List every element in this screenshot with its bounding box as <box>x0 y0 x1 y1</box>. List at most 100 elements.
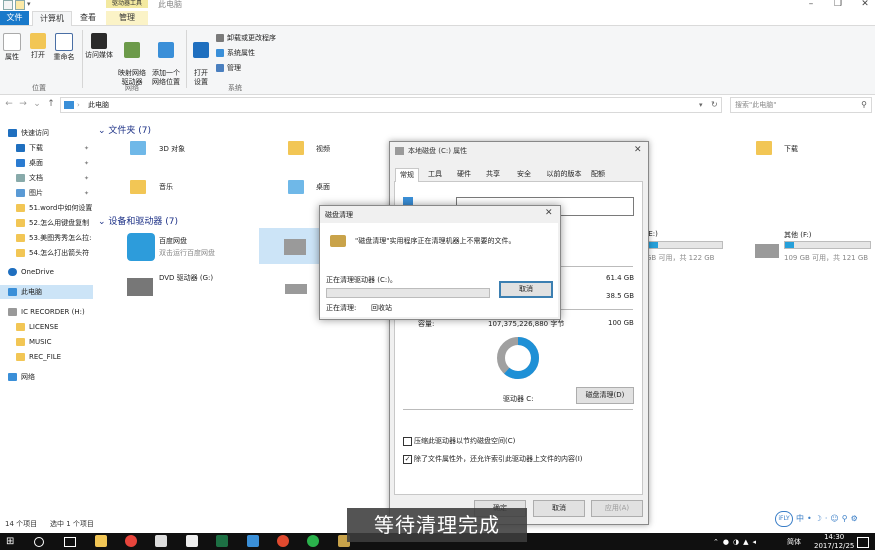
uninstall-button[interactable]: 卸载或更改程序 <box>216 33 276 43</box>
status-item-count: 14 个项目 <box>5 520 38 528</box>
cleanup-close-icon[interactable]: ✕ <box>545 208 553 218</box>
folder-music[interactable] <box>130 180 146 194</box>
tab-view[interactable]: 查看 <box>72 11 104 25</box>
sidebar-item-this-pc[interactable]: 此电脑 <box>8 285 42 299</box>
back-arrow-icon[interactable]: ← <box>4 99 14 109</box>
sidebar-item-folder-53[interactable]: 53.美图秀秀怎么拉: <box>16 231 92 245</box>
recent-dropdown-icon[interactable]: ⌄ <box>32 99 42 109</box>
open-settings-button[interactable]: 打开 设置 <box>189 33 213 87</box>
maximize-button[interactable]: ❐ <box>832 0 844 9</box>
file-explorer-taskbar-icon[interactable] <box>95 535 107 547</box>
tab-hardware[interactable]: 硬件 <box>453 168 475 181</box>
folder-3d-objects[interactable] <box>130 141 146 155</box>
sidebar-item-folder-51[interactable]: 51.word中如何设置 <box>16 201 92 215</box>
sidebar-item-rec-file[interactable]: REC_FILE <box>16 350 61 364</box>
drive-f-icon[interactable] <box>755 244 779 258</box>
properties-quick-icon[interactable] <box>3 0 13 10</box>
new-folder-quick-icon[interactable] <box>15 0 25 10</box>
app-taskbar-icon[interactable] <box>247 535 259 547</box>
cleanup-cancel-button[interactable]: 取消 <box>499 281 553 298</box>
sidebar-item-ic-recorder[interactable]: IC RECORDER (H:) <box>8 305 85 319</box>
sidebar-item-folder-52[interactable]: 52.怎么用键盘复制 <box>16 216 89 230</box>
start-windows-icon[interactable]: ⊞ <box>6 536 14 547</box>
excel-taskbar-icon[interactable] <box>216 535 228 547</box>
access-media-button[interactable]: 访问媒体 <box>85 33 113 60</box>
cortana-icon[interactable] <box>34 537 44 547</box>
manage-button[interactable]: 管理 <box>216 63 241 73</box>
compress-checkbox[interactable] <box>403 437 412 446</box>
forward-arrow-icon[interactable]: → <box>18 99 28 109</box>
folder-downloads[interactable] <box>756 141 772 155</box>
drive-icon[interactable] <box>285 284 307 294</box>
properties-close-icon[interactable]: ✕ <box>634 145 642 155</box>
task-view-icon[interactable] <box>64 537 76 547</box>
tab-security[interactable]: 安全 <box>511 168 537 181</box>
sidebar-item-network[interactable]: 网络 <box>8 370 35 384</box>
tab-file[interactable]: 文件 <box>0 11 29 25</box>
folders-section-header[interactable]: ⌄ 文件夹 (7) <box>98 123 151 136</box>
chrome-taskbar-icon[interactable] <box>125 535 137 547</box>
address-bar[interactable]: › 此电脑 ▾ ↻ <box>60 97 722 113</box>
address-dropdown-icon[interactable]: ▾ <box>699 98 703 112</box>
notification-icon[interactable] <box>857 537 869 548</box>
refresh-icon[interactable]: ↻ <box>711 98 718 112</box>
add-network-location-button[interactable]: 添加一个 网络位置 <box>150 33 182 87</box>
tab-manage[interactable]: 管理 <box>106 11 148 25</box>
tab-computer[interactable]: 计算机 <box>32 11 72 26</box>
index-checkbox[interactable]: ✓ <box>403 455 412 464</box>
sidebar-item-music[interactable]: MUSIC <box>16 335 52 349</box>
manage-label: 管理 <box>227 64 241 72</box>
folder-name: 下载 <box>784 145 798 153</box>
baidu-netdisk-icon[interactable] <box>127 233 155 261</box>
disk-cleanup-button[interactable]: 磁盘清理(D) <box>576 387 634 404</box>
checkmark-icon <box>216 49 224 57</box>
sidebar-item-onedrive[interactable]: OneDrive <box>8 265 54 279</box>
folder-videos[interactable] <box>288 141 304 155</box>
tab-tools[interactable]: 工具 <box>424 168 446 181</box>
sidebar-item-label: 网络 <box>21 373 35 381</box>
sidebar-item-documents[interactable]: 文档 <box>16 171 43 185</box>
sidebar-item-downloads[interactable]: 下载 <box>16 141 43 155</box>
sidebar-item-label: 54.怎么打出箭头符 <box>29 249 90 257</box>
disk-cleanup-icon <box>330 235 346 247</box>
search-input[interactable]: 搜索"此电脑" ⚲ <box>730 97 872 113</box>
add-network-location-label: 添加一个 网络位置 <box>152 69 180 86</box>
folder-icon <box>16 219 25 227</box>
clock[interactable]: 14:30 2017/12/25 <box>814 533 854 551</box>
tab-quota[interactable]: 配额 <box>587 168 609 181</box>
desktop-icon <box>16 159 25 167</box>
tab-sharing[interactable]: 共享 <box>482 168 504 181</box>
document-icon <box>16 174 25 182</box>
system-tray-icons[interactable]: ⌃●◑▲◂ <box>713 537 760 547</box>
sidebar-item-folder-54[interactable]: 54.怎么打出箭头符 <box>16 246 89 260</box>
up-arrow-icon[interactable]: ↑ <box>46 99 56 109</box>
minimize-button[interactable]: – <box>805 0 817 9</box>
devices-section-header[interactable]: ⌄ 设备和驱动器 (7) <box>98 214 178 227</box>
map-drive-button[interactable]: 映射网络 驱动器 <box>116 33 148 87</box>
ime-toolbar[interactable]: 中•☽·☺⚲⚙ <box>796 513 861 524</box>
sidebar-item-desktop[interactable]: 桌面 <box>16 156 43 170</box>
language-indicator[interactable]: 简体 <box>787 537 801 547</box>
sidebar-item-license[interactable]: LICENSE <box>16 320 58 334</box>
dvd-drive-icon[interactable] <box>127 278 153 296</box>
folder-desktop[interactable] <box>288 180 304 194</box>
wechat-taskbar-icon[interactable] <box>307 535 319 547</box>
quick-access-dropdown-icon[interactable]: ▾ <box>27 0 31 8</box>
app-taskbar-icon[interactable] <box>277 535 289 547</box>
system-properties-button[interactable]: 系统属性 <box>216 48 255 58</box>
cancel-button[interactable]: 取消 <box>533 500 585 517</box>
close-button[interactable]: ✕ <box>859 0 871 9</box>
tab-previous-versions[interactable]: 以前的版本 <box>543 168 585 181</box>
open-button[interactable]: 打开 <box>26 33 50 60</box>
apply-button[interactable]: 应用(A) <box>591 500 643 517</box>
window-title: 此电脑 <box>158 0 182 9</box>
sidebar-item-quick-access[interactable]: 快速访问 <box>8 126 49 140</box>
store-taskbar-icon[interactable] <box>186 535 198 547</box>
folder-icon <box>756 141 772 155</box>
properties-button[interactable]: 属性 <box>0 33 24 62</box>
mail-taskbar-icon[interactable] <box>155 535 167 547</box>
sidebar-item-pictures[interactable]: 图片 <box>16 186 43 200</box>
map-drive-icon <box>124 42 140 58</box>
rename-button[interactable]: 重命名 <box>52 33 76 62</box>
tab-general[interactable]: 常规 <box>395 168 419 182</box>
